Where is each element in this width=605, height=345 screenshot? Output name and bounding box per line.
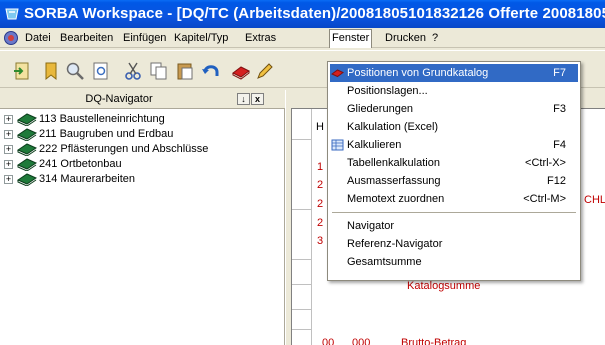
undo-icon[interactable] bbox=[200, 60, 222, 82]
edit-icon[interactable] bbox=[254, 60, 276, 82]
book-icon bbox=[17, 128, 37, 141]
bookmark-icon[interactable] bbox=[40, 60, 62, 82]
menu-item-label: Positionslagen... bbox=[347, 85, 428, 97]
tree-item-211[interactable]: + 211 Baugruben und Erdbau bbox=[4, 127, 274, 142]
book-icon bbox=[17, 173, 37, 186]
navigator-pin-button[interactable]: ↓ bbox=[237, 93, 250, 105]
menu-item-label: Referenz-Navigator bbox=[347, 238, 443, 250]
menu-item-navigator[interactable]: Navigator bbox=[330, 217, 578, 235]
row-divider bbox=[292, 139, 312, 140]
menu-item-shortcut: F3 bbox=[553, 103, 566, 115]
table-icon bbox=[331, 139, 344, 151]
menu-item-label: Navigator bbox=[347, 220, 395, 232]
red-book-icon bbox=[331, 69, 344, 78]
menu-item-label: Tabellenkalkulation bbox=[347, 157, 440, 169]
menu-drucken[interactable]: Drucken bbox=[383, 31, 428, 46]
row-number: 3 bbox=[317, 235, 324, 247]
document-menu-icon[interactable] bbox=[3, 30, 19, 46]
navigator-close-button[interactable]: x bbox=[251, 93, 264, 105]
book-icon bbox=[17, 113, 37, 126]
book-icon bbox=[17, 158, 37, 171]
cut-icon[interactable] bbox=[122, 60, 144, 82]
row-number: 1 bbox=[317, 161, 324, 173]
sorba-app-icon[interactable] bbox=[4, 6, 20, 22]
tree-expander[interactable]: + bbox=[4, 160, 13, 169]
menu-einfuegen[interactable]: Einfügen bbox=[121, 31, 168, 46]
menu-item-gliederungen[interactable]: Gliederungen F3 bbox=[330, 100, 578, 118]
menu-item-label: Memotext zuordnen bbox=[347, 193, 445, 205]
bottom-col2: 000 bbox=[352, 337, 371, 345]
tree-expander[interactable]: + bbox=[4, 145, 13, 154]
tree-item-222[interactable]: + 222 Pflästerungen und Abschlüsse bbox=[4, 142, 274, 157]
menu-fenster[interactable]: Fenster bbox=[329, 29, 373, 48]
tree-item-label: 314 Maurerarbeiten bbox=[39, 173, 136, 185]
menu-item-ausmasserfassung[interactable]: Ausmasserfassung F12 bbox=[330, 172, 578, 190]
navigator-header: DQ-Navigator ↓ x bbox=[4, 92, 283, 107]
menu-item-shortcut: <Ctrl-M> bbox=[523, 193, 566, 205]
row-number: 2 bbox=[317, 198, 324, 210]
menu-item-label: Gesamtsumme bbox=[347, 256, 422, 268]
tree-item-314[interactable]: + 314 Maurerarbeiten bbox=[4, 172, 274, 187]
menu-item-tabellenkalkulation[interactable]: Tabellenkalkulation <Ctrl-X> bbox=[330, 154, 578, 172]
menu-bearbeiten[interactable]: Bearbeiten bbox=[58, 31, 115, 46]
tree-item-label: 222 Pflästerungen und Abschlüsse bbox=[39, 143, 209, 155]
tree-item-label: 241 Ortbetonbau bbox=[39, 158, 122, 170]
menu-datei[interactable]: Datei bbox=[23, 31, 53, 46]
menu-item-label: Positionen von Grundkatalog bbox=[347, 67, 489, 79]
menu-bar: Datei Bearbeiten Einfügen Kapitel/Typ Ex… bbox=[0, 28, 605, 48]
tree-item-241[interactable]: + 241 Ortbetonbau bbox=[4, 157, 274, 172]
window-title: SORBA Workspace - [DQ/TC (Arbeitsdaten)/… bbox=[24, 5, 605, 22]
preview-icon[interactable] bbox=[90, 60, 112, 82]
book-icon bbox=[17, 143, 37, 156]
bottom-col1: 00 bbox=[322, 337, 335, 345]
menu-item-shortcut: F12 bbox=[547, 175, 566, 187]
menu-item-shortcut: <Ctrl-X> bbox=[525, 157, 566, 169]
tree-expander[interactable]: + bbox=[4, 115, 13, 124]
tree-item-label: 211 Baugruben und Erdbau bbox=[39, 128, 174, 140]
menu-item-gesamtsumme[interactable]: Gesamtsumme bbox=[330, 253, 578, 271]
row-divider bbox=[292, 284, 312, 285]
menu-item-memotext-zuordnen[interactable]: Memotext zuordnen <Ctrl-M> bbox=[330, 190, 578, 208]
menu-separator bbox=[332, 212, 576, 213]
row-divider bbox=[292, 309, 312, 310]
menu-item-referenz-navigator[interactable]: Referenz-Navigator bbox=[330, 235, 578, 253]
tree-expander[interactable]: + bbox=[4, 130, 13, 139]
fenster-menu: Positionen von Grundkatalog F7 Positions… bbox=[327, 61, 581, 281]
truncated-heading: CHL bbox=[584, 194, 605, 206]
menu-item-label: Ausmasserfassung bbox=[347, 175, 441, 187]
search-icon[interactable] bbox=[64, 60, 86, 82]
row-number: 2 bbox=[317, 179, 324, 191]
row-number: 2 bbox=[317, 217, 324, 229]
brutto-betrag-label: Brutto-Betrag bbox=[401, 337, 467, 345]
title-bar: SORBA Workspace - [DQ/TC (Arbeitsdaten)/… bbox=[0, 0, 605, 28]
column-header: H bbox=[316, 121, 324, 133]
row-divider bbox=[292, 209, 312, 210]
menu-item-shortcut: F4 bbox=[553, 139, 566, 151]
paste-icon[interactable] bbox=[174, 60, 196, 82]
menu-help[interactable]: ? bbox=[430, 31, 440, 46]
tree-item-label: 113 Baustelleneinrichtung bbox=[39, 113, 165, 125]
import-icon[interactable] bbox=[12, 60, 34, 82]
row-divider bbox=[292, 259, 312, 260]
tree-item-113[interactable]: + 113 Baustelleneinrichtung bbox=[4, 112, 274, 127]
navigator-title: DQ-Navigator bbox=[85, 93, 153, 105]
menu-item-label: Kalkulation (Excel) bbox=[347, 121, 439, 133]
copy-icon[interactable] bbox=[148, 60, 170, 82]
menu-item-kalkulation-excel[interactable]: Kalkulation (Excel) bbox=[330, 118, 578, 136]
menu-item-positionslagen[interactable]: Positionslagen... bbox=[330, 82, 578, 100]
tree-expander[interactable]: + bbox=[4, 175, 13, 184]
red-book-icon[interactable] bbox=[230, 60, 252, 82]
menu-extras[interactable]: Extras bbox=[243, 31, 278, 46]
menu-item-positionen-von-grundkatalog[interactable]: Positionen von Grundkatalog F7 bbox=[330, 64, 578, 82]
navigator-tree[interactable]: + 113 Baustelleneinrichtung + 211 Baugru… bbox=[0, 108, 285, 345]
menu-item-kalkulieren[interactable]: Kalkulieren F4 bbox=[330, 136, 578, 154]
menu-item-label: Gliederungen bbox=[347, 103, 414, 115]
dq-navigator-panel: DQ-Navigator ↓ x + 113 Baustelleneinrich… bbox=[0, 90, 285, 345]
menu-item-label: Kalkulieren bbox=[347, 139, 402, 151]
menu-item-shortcut: F7 bbox=[553, 67, 566, 79]
row-divider bbox=[292, 329, 312, 330]
katalogsumme-label: Katalogsumme bbox=[407, 280, 481, 292]
menu-kapitel-typ[interactable]: Kapitel/Typ bbox=[172, 31, 230, 46]
